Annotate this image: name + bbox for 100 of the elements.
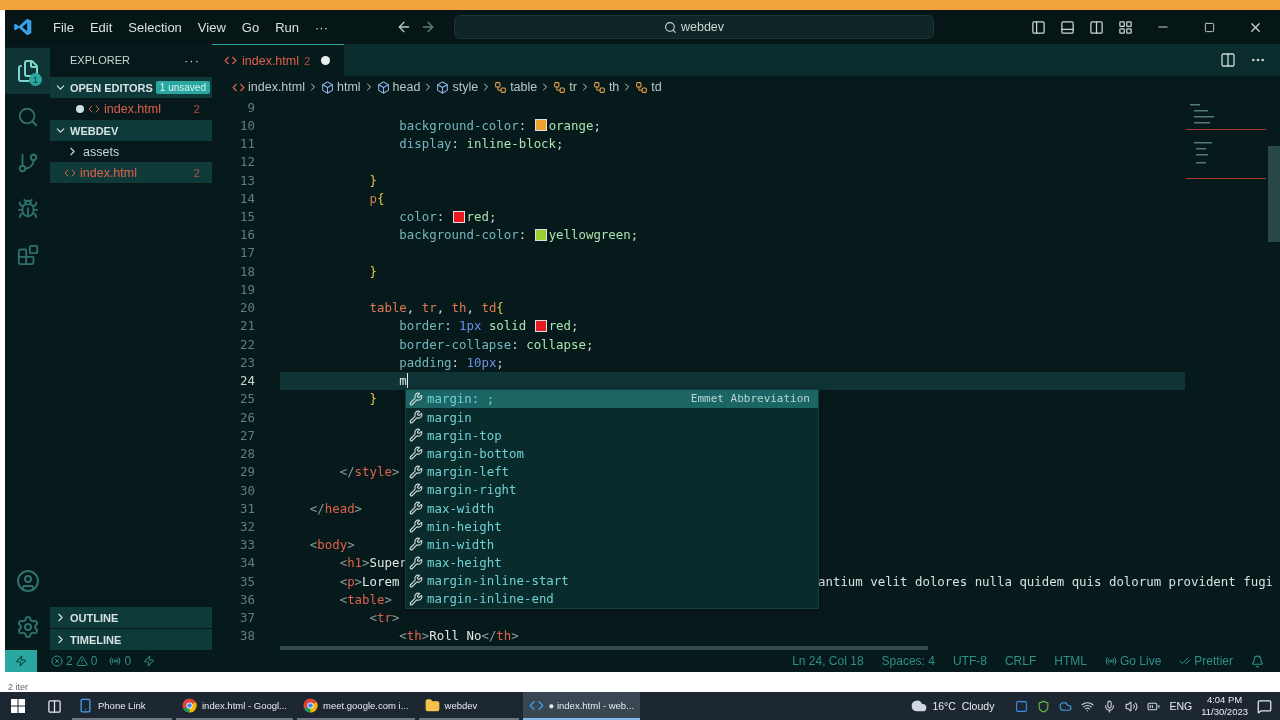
code-token: :: [444, 318, 453, 334]
tray-icon[interactable]: [1015, 699, 1029, 713]
notification-icon[interactable]: [1257, 698, 1272, 714]
taskbar-app[interactable]: webdev: [418, 692, 519, 720]
settings-icon[interactable]: [15, 615, 40, 639]
color-swatch[interactable]: [452, 210, 465, 223]
file-tree-item[interactable]: index.html 2: [50, 98, 212, 119]
editor-tab[interactable]: index.html 2: [212, 44, 345, 76]
go-live-button[interactable]: Go Live: [1098, 654, 1168, 668]
remote-button[interactable]: [5, 650, 37, 672]
extensions-icon[interactable]: [16, 244, 39, 266]
maximize-icon[interactable]: [1203, 21, 1215, 33]
remote-icon: [15, 655, 27, 667]
microphone-icon[interactable]: [1103, 699, 1117, 713]
code-token: >: [362, 555, 370, 571]
status-item[interactable]: HTML: [1048, 654, 1093, 668]
prettier-status[interactable]: Prettier: [1173, 654, 1239, 668]
color-swatch[interactable]: [534, 228, 547, 241]
panel-toggle-icon[interactable]: [1060, 19, 1075, 35]
menu-item[interactable]: Selection: [120, 19, 190, 35]
clock[interactable]: 4:04 PM 11/30/2023: [1201, 694, 1248, 718]
file-tree-item[interactable]: assets: [50, 141, 212, 162]
status-item[interactable]: Ln 24, Col 18: [786, 654, 870, 668]
volume-icon[interactable]: [1125, 699, 1139, 713]
status-item[interactable]: UTF-8: [946, 654, 993, 668]
broadcast-icon: [1104, 655, 1117, 667]
suggestion-item[interactable]: margin: [406, 408, 818, 427]
suggestion-item[interactable]: max-width: [406, 498, 818, 518]
status-item[interactable]: Spaces: 4: [875, 654, 941, 668]
code-token: tr: [421, 300, 437, 316]
shield-icon[interactable]: [1037, 699, 1051, 713]
menu-item[interactable]: Run: [267, 19, 307, 35]
section-header[interactable]: TIMELINE: [50, 629, 212, 650]
breadcrumb-item[interactable]: html: [321, 80, 361, 94]
suggestion-item[interactable]: max-height: [406, 553, 818, 572]
menu-item[interactable]: Edit: [81, 19, 121, 35]
suggestion-item[interactable]: margin-inline-end: [406, 589, 818, 609]
breadcrumb-item[interactable]: th: [592, 80, 620, 94]
split-editor-icon[interactable]: [1220, 52, 1236, 68]
forward-icon[interactable]: [420, 19, 436, 35]
breadcrumb-item[interactable]: index.html: [232, 80, 305, 94]
suggestion-item[interactable]: margin-left: [406, 462, 818, 481]
back-icon[interactable]: [396, 19, 412, 35]
line-number: 10: [239, 117, 256, 133]
source-control-icon[interactable]: [16, 152, 39, 174]
scrollbar[interactable]: [1268, 146, 1280, 242]
menu-item[interactable]: Go: [233, 19, 268, 35]
file-name: index.html: [104, 101, 162, 116]
split-layout-icon[interactable]: [1089, 19, 1104, 35]
task-view-icon[interactable]: [46, 698, 62, 714]
menu-item[interactable]: ···: [307, 19, 336, 35]
suggestion-item[interactable]: margin-bottom: [406, 444, 818, 463]
lightning-icon[interactable]: [143, 655, 156, 667]
breadcrumb-item[interactable]: head: [376, 80, 421, 94]
suggestion-item[interactable]: margin-right: [406, 480, 818, 499]
color-swatch[interactable]: [534, 119, 547, 132]
menu-item[interactable]: View: [189, 19, 234, 35]
suggestion-item[interactable]: margin-top: [406, 426, 818, 445]
section-header[interactable]: WEBDEV: [50, 120, 212, 141]
file-tree-item[interactable]: index.html 2: [50, 162, 212, 183]
search-field[interactable]: webdev: [454, 15, 934, 39]
color-swatch[interactable]: [534, 319, 547, 332]
section-header[interactable]: OUTLINE: [50, 607, 212, 628]
search-icon[interactable]: [16, 106, 39, 128]
debug-icon[interactable]: [16, 198, 39, 220]
taskbar-app[interactable]: Phone Link: [72, 692, 172, 720]
code-token: ;: [571, 318, 579, 334]
taskbar-app[interactable]: meet.google.com i...: [297, 692, 415, 720]
breadcrumb-item[interactable]: tr: [553, 80, 577, 94]
code-token: ;: [630, 227, 639, 243]
menu-item[interactable]: File: [45, 19, 82, 35]
problems-status[interactable]: 2 0: [45, 654, 104, 668]
windows-logo-icon[interactable]: [11, 699, 25, 713]
scrollbar[interactable]: [280, 646, 928, 650]
line-number: 16: [239, 227, 256, 243]
breadcrumb-item[interactable]: style: [436, 80, 479, 94]
cloud-icon[interactable]: [1059, 699, 1073, 713]
breadcrumb-item[interactable]: td: [635, 80, 662, 94]
layout-icon[interactable]: [1118, 19, 1133, 35]
weather-widget[interactable]: 16°C Cloudy: [911, 698, 995, 714]
breadcrumb-item[interactable]: table: [494, 80, 538, 94]
wifi-icon[interactable]: [1081, 699, 1095, 713]
line-number: 26: [239, 409, 256, 425]
notifications-icon[interactable]: [1251, 654, 1264, 668]
taskbar-app[interactable]: ● index.html - web...: [522, 692, 641, 720]
suggestion-item[interactable]: min-height: [406, 517, 818, 536]
code-token: >: [391, 464, 400, 480]
unsaved-badge: 1 unsaved: [155, 81, 210, 94]
language-indicator[interactable]: ENG: [1169, 700, 1193, 712]
suggestion-item[interactable]: margin-inline-start: [406, 571, 818, 590]
sidebar-toggle-icon[interactable]: [1031, 19, 1046, 35]
status-item[interactable]: CRLF: [998, 654, 1043, 668]
taskbar-app[interactable]: index.html - Googl...: [176, 692, 293, 720]
account-icon[interactable]: [15, 569, 40, 593]
more-actions[interactable]: ···: [184, 52, 200, 68]
suggestion-item[interactable]: margin: ; Emmet Abbreviation: [406, 389, 818, 408]
explorer-button[interactable]: 1: [5, 48, 50, 94]
section-header[interactable]: OPEN EDITORS 1 unsaved: [50, 77, 212, 98]
ports-status[interactable]: 0: [103, 654, 138, 668]
suggestion-item[interactable]: min-width: [406, 535, 818, 554]
